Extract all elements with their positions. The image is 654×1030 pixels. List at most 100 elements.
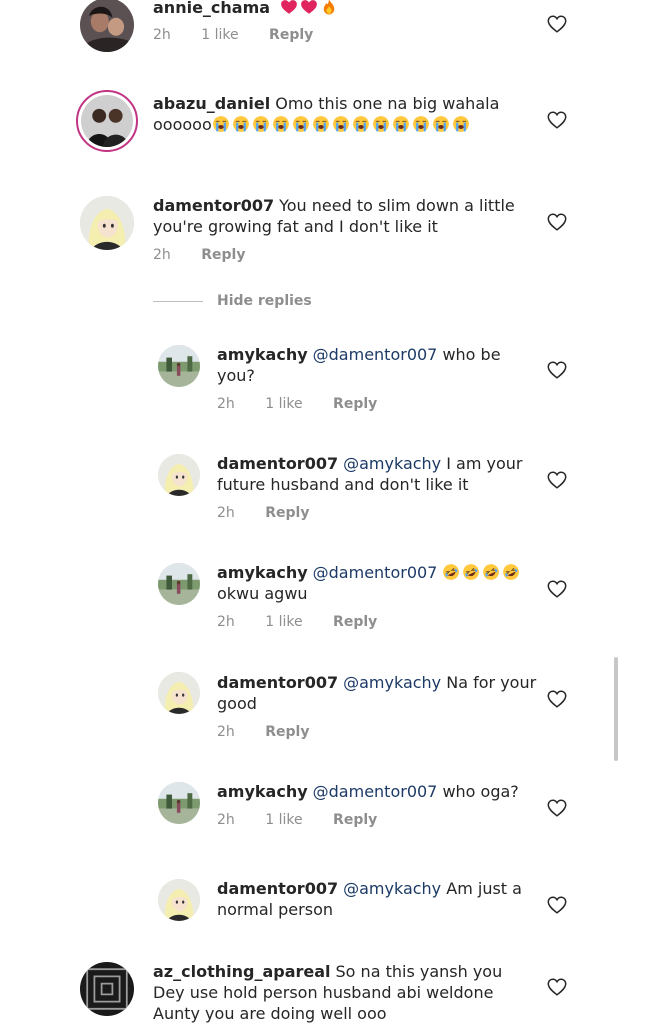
comment-text: damentor007 @amykachy Na for your good <box>217 672 537 714</box>
red-heart-emoji <box>280 0 298 16</box>
reply-button[interactable]: Reply <box>333 396 377 412</box>
comment-meta: 2h Reply <box>217 505 335 521</box>
comment-text: damentor007 @amykachy I am your future hu… <box>217 453 527 495</box>
like-button[interactable] <box>546 688 568 710</box>
loudly-crying-emoji <box>292 115 310 133</box>
heart-outline-icon <box>546 109 568 131</box>
avatar[interactable] <box>80 962 134 1016</box>
username[interactable]: damentor007 <box>217 879 338 898</box>
heart-outline-icon <box>546 469 568 491</box>
hide-replies-button[interactable]: Hide replies <box>153 293 312 309</box>
timestamp: 2h <box>153 247 171 263</box>
comment-text: damentor007 You need to slim down a littl… <box>153 195 533 237</box>
comment-text: damentor007 @amykachy Am just a normal pe… <box>217 878 527 920</box>
profile-photo-icon <box>158 454 200 496</box>
mention-link[interactable]: @damentor007 <box>313 563 438 582</box>
username[interactable]: damentor007 <box>153 196 274 215</box>
reply-button[interactable]: Reply <box>333 614 377 630</box>
avatar[interactable] <box>158 672 200 714</box>
loudly-crying-emoji <box>212 115 230 133</box>
loudly-crying-emoji <box>392 115 410 133</box>
rofl-emoji <box>502 563 520 581</box>
comment-text: abazu_daniel Omo this one na big wahala o… <box>153 93 533 135</box>
profile-photo-icon <box>80 0 134 52</box>
loudly-crying-emoji <box>272 115 290 133</box>
username[interactable]: amykachy <box>217 563 308 582</box>
avatar[interactable] <box>80 0 134 52</box>
avatar[interactable] <box>158 454 200 496</box>
mention-link[interactable]: @amykachy <box>343 879 441 898</box>
like-button[interactable] <box>546 797 568 819</box>
profile-photo-icon <box>158 879 200 921</box>
timestamp: 2h <box>153 27 171 43</box>
loudly-crying-emoji <box>232 115 250 133</box>
like-button[interactable] <box>546 578 568 600</box>
loudly-crying-emoji <box>452 115 470 133</box>
mention-link[interactable]: @amykachy <box>343 454 441 473</box>
heart-outline-icon <box>546 578 568 600</box>
comment-text: annie_chama <box>153 0 533 18</box>
comment-meta: 2h 1 like Reply <box>153 27 339 43</box>
timestamp: 2h <box>217 724 235 740</box>
reply-button[interactable]: Reply <box>269 27 313 43</box>
fire-emoji <box>320 0 338 16</box>
like-button[interactable] <box>546 211 568 233</box>
timestamp: 2h <box>217 614 235 630</box>
like-count[interactable]: 1 like <box>265 396 302 412</box>
timestamp: 2h <box>217 396 235 412</box>
comment-meta: 2h 1 like Reply <box>217 396 403 412</box>
username[interactable]: amykachy <box>217 782 308 801</box>
username[interactable]: abazu_daniel <box>153 94 270 113</box>
username[interactable]: amykachy <box>217 345 308 364</box>
profile-photo-icon <box>158 782 200 824</box>
mention-link[interactable]: @damentor007 <box>313 345 438 364</box>
mention-link[interactable]: @amykachy <box>343 673 441 692</box>
reply-button[interactable]: Reply <box>265 724 309 740</box>
loudly-crying-emoji <box>432 115 450 133</box>
avatar[interactable] <box>158 563 200 605</box>
reply-button[interactable]: Reply <box>201 247 245 263</box>
like-button[interactable] <box>546 976 568 998</box>
heart-outline-icon <box>546 894 568 916</box>
profile-photo-icon <box>81 95 133 147</box>
avatar[interactable] <box>158 879 200 921</box>
like-button[interactable] <box>546 109 568 131</box>
comment-meta: 2h Reply <box>153 247 271 263</box>
like-button[interactable] <box>546 359 568 381</box>
avatar-story-ring[interactable] <box>76 90 138 152</box>
username[interactable]: az_clothing_apareal <box>153 962 331 981</box>
avatar[interactable] <box>80 196 134 250</box>
timestamp: 2h <box>217 812 235 828</box>
like-count[interactable]: 1 like <box>265 614 302 630</box>
username[interactable]: damentor007 <box>217 454 338 473</box>
heart-outline-icon <box>546 359 568 381</box>
like-button[interactable] <box>546 469 568 491</box>
comment-text: amykachy @damentor007 who be you? <box>217 344 527 386</box>
like-count[interactable]: 1 like <box>201 27 238 43</box>
comment-text: amykachy @damentor007 who oga? <box>217 781 547 802</box>
avatar[interactable] <box>158 345 200 387</box>
rofl-emoji <box>442 563 460 581</box>
like-button[interactable] <box>546 894 568 916</box>
reply-button[interactable]: Reply <box>265 505 309 521</box>
profile-photo-icon <box>158 345 200 387</box>
scrollbar[interactable] <box>614 657 618 761</box>
like-button[interactable] <box>546 13 568 35</box>
red-heart-emoji <box>300 0 318 16</box>
comment-body: okwu agwu <box>217 584 308 603</box>
avatar[interactable] <box>158 782 200 824</box>
loudly-crying-emoji <box>252 115 270 133</box>
loudly-crying-emoji <box>372 115 390 133</box>
like-count[interactable]: 1 like <box>265 812 302 828</box>
hide-replies-label: Hide replies <box>217 293 312 309</box>
username[interactable]: annie_chama <box>153 0 270 17</box>
profile-photo-icon <box>158 563 200 605</box>
username[interactable]: damentor007 <box>217 673 338 692</box>
mention-link[interactable]: @damentor007 <box>313 782 438 801</box>
profile-photo-icon <box>158 672 200 714</box>
comment-body: who oga? <box>442 782 519 801</box>
comment-text: amykachy @damentor007 okwu agwu <box>217 562 537 604</box>
loudly-crying-emoji <box>352 115 370 133</box>
reply-button[interactable]: Reply <box>333 812 377 828</box>
timestamp: 2h <box>217 505 235 521</box>
